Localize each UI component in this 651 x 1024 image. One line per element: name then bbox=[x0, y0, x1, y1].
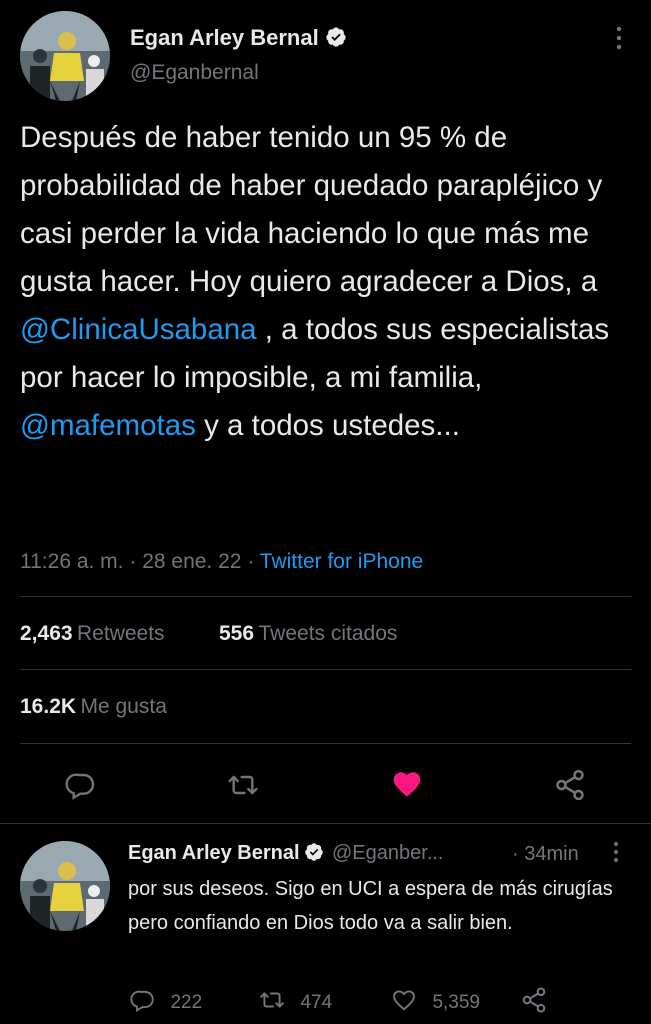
reply-like-action[interactable]: 5,359 bbox=[390, 987, 480, 1014]
reply-author-avatar[interactable] bbox=[20, 841, 110, 931]
author-handle[interactable]: @Eganbernal bbox=[130, 61, 259, 85]
retweet-icon[interactable] bbox=[226, 769, 260, 801]
quotes-stat[interactable]: 556 Tweets citados bbox=[219, 622, 397, 646]
mention-link[interactable]: @ClinicaUsabana bbox=[20, 313, 257, 346]
more-icon[interactable] bbox=[613, 841, 619, 868]
tweet-text-part: y a todos ustedes... bbox=[195, 409, 460, 442]
reply-time[interactable]: · 34min bbox=[512, 843, 579, 866]
quotes-label: Tweets citados bbox=[258, 622, 398, 645]
tweet-date[interactable]: 28 ene. 22 bbox=[142, 550, 241, 573]
likes-label: Me gusta bbox=[80, 695, 167, 718]
retweet-icon bbox=[260, 992, 284, 1008]
meta-separator: · bbox=[247, 550, 255, 573]
likes-stat[interactable]: 16.2K Me gusta bbox=[20, 695, 167, 719]
divider bbox=[20, 669, 631, 670]
verified-icon bbox=[325, 26, 347, 54]
author-avatar[interactable] bbox=[20, 11, 110, 101]
retweet-count: 474 bbox=[300, 992, 333, 1013]
like-count: 5,359 bbox=[432, 992, 480, 1013]
avatar-photo bbox=[20, 841, 110, 931]
quotes-count: 556 bbox=[219, 622, 255, 645]
mention-link[interactable]: @mafemotas bbox=[20, 409, 196, 442]
divider bbox=[20, 596, 631, 597]
author-name[interactable]: Egan Arley Bernal bbox=[130, 25, 319, 50]
avatar-photo bbox=[20, 11, 110, 101]
tweet-text-part: Después de haber tenido un 95 % de proba… bbox=[20, 121, 603, 298]
reply-text: por sus deseos. Sigo en UCI a espera de … bbox=[128, 878, 613, 934]
reply-icon[interactable] bbox=[65, 769, 97, 801]
like-icon bbox=[393, 990, 415, 1011]
like-icon-filled[interactable] bbox=[390, 768, 424, 800]
reply-retweet-action[interactable]: 474 bbox=[258, 987, 332, 1014]
divider bbox=[20, 743, 631, 744]
reply-author-handle[interactable]: @Eganber... bbox=[332, 842, 443, 864]
retweets-stat[interactable]: 2,463 Retweets bbox=[20, 622, 165, 646]
tweet-time[interactable]: 11:26 a. m. bbox=[20, 550, 124, 573]
retweets-label: Retweets bbox=[77, 622, 165, 645]
reply-count: 222 bbox=[170, 992, 203, 1013]
reply-icon bbox=[130, 990, 154, 1013]
reply-author-name[interactable]: Egan Arley Bernal bbox=[128, 842, 300, 864]
share-icon[interactable] bbox=[520, 986, 548, 1019]
tweet-meta: 11:26 a. m. · 28 ene. 22 · Twitter for i… bbox=[20, 550, 423, 574]
meta-separator: · bbox=[129, 550, 137, 573]
reply-reply-action[interactable]: 222 bbox=[130, 987, 202, 1014]
more-icon[interactable] bbox=[612, 26, 626, 50]
share-icon[interactable] bbox=[553, 768, 587, 802]
retweets-count: 2,463 bbox=[20, 622, 73, 645]
tweet-text: Después de haber tenido un 95 % de proba… bbox=[20, 114, 640, 450]
verified-icon bbox=[304, 842, 324, 867]
divider bbox=[0, 823, 651, 824]
likes-count: 16.2K bbox=[20, 695, 77, 718]
tweet-source[interactable]: Twitter for iPhone bbox=[260, 550, 423, 573]
